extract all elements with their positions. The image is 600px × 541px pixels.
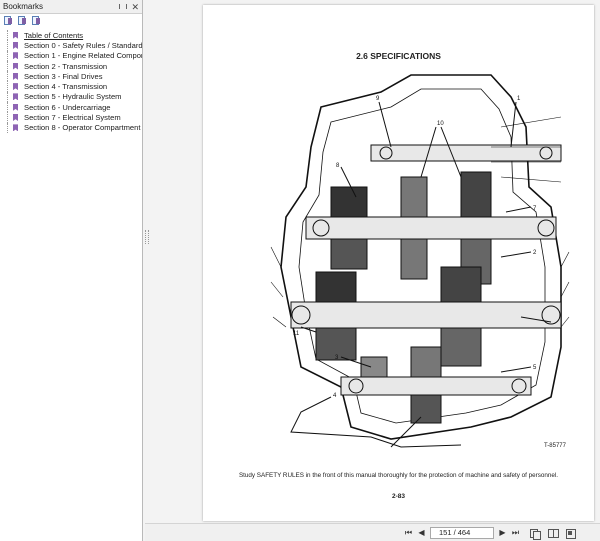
- expand-bookmark-icon[interactable]: [32, 16, 41, 26]
- bookmark-flag-icon: [13, 72, 18, 80]
- callout-label: 8: [336, 163, 340, 169]
- bookmark-label: Section 4 - Transmission: [24, 82, 108, 92]
- two-page-icon[interactable]: [548, 528, 559, 538]
- bookmark-item[interactable]: Section 6 - Undercarriage: [0, 102, 142, 113]
- last-page-button[interactable]: ⏭: [509, 527, 522, 539]
- bookmarks-title: Bookmarks: [3, 2, 44, 11]
- figure-id: T-85777: [543, 443, 566, 449]
- bookmark-label: Table of Contents: [24, 30, 84, 40]
- callout-label: 10: [437, 121, 444, 127]
- bookmark-list: Table of Contents Section 0 - Safety Rul…: [0, 28, 142, 133]
- bookmark-flag-icon: [13, 93, 18, 101]
- bookmark-flag-icon: [13, 114, 18, 122]
- previous-page-button[interactable]: ◀: [415, 527, 428, 539]
- panel-resize-handle[interactable]: [145, 230, 149, 244]
- bookmark-options-icon[interactable]: [4, 16, 13, 26]
- callout-label: 9: [376, 96, 380, 102]
- bookmark-flag-icon: [13, 41, 18, 49]
- callout-label: 11: [293, 331, 300, 337]
- bookmark-label: Section 6 - Undercarriage: [24, 102, 111, 112]
- page-number-input[interactable]: 151 / 464: [430, 527, 494, 539]
- bookmark-item[interactable]: Section 8 - Operator Compartment: [0, 122, 142, 133]
- new-bookmark-icon[interactable]: [18, 16, 27, 26]
- bookmark-flag-icon: [13, 83, 18, 91]
- bookmark-flag-icon: [13, 103, 18, 111]
- callout-label: 5: [533, 365, 537, 371]
- callout-label: 1: [517, 96, 521, 102]
- callout-label: 4: [333, 393, 337, 399]
- bookmark-label: Section 8 - Operator Compartment: [24, 123, 141, 133]
- bookmark-label: Section 3 - Final Drives: [24, 71, 103, 81]
- bookmark-item[interactable]: Table of Contents: [0, 30, 142, 41]
- first-page-button[interactable]: ⏮: [402, 527, 415, 539]
- close-icon[interactable]: ✕: [131, 1, 139, 13]
- bookmark-label: Section 2 - Transmission: [24, 61, 108, 71]
- bookmark-item[interactable]: Section 4 - Transmission: [0, 81, 142, 92]
- page-number: 2-83: [391, 493, 405, 500]
- bookmarks-toolbar: [0, 14, 142, 28]
- bookmark-item[interactable]: Section 2 - Transmission: [0, 60, 142, 72]
- bookmark-flag-icon: [13, 31, 18, 39]
- safety-caption: Study SAFETY RULES in the front of this …: [238, 472, 559, 479]
- bookmarks-header: Bookmarks ✕: [0, 0, 142, 14]
- bookmark-label: Section 5 - Hydraulic System: [24, 92, 122, 102]
- callout-label: 2: [533, 250, 537, 256]
- single-page-icon[interactable]: [530, 528, 541, 540]
- page-title: 2.6 SPECIFICATIONS: [356, 51, 441, 61]
- bookmark-label: Section 7 - Electrical System: [24, 113, 121, 123]
- fit-page-icon[interactable]: [566, 528, 576, 539]
- bookmark-item[interactable]: Section 0 - Safety Rules / Standard To: [0, 40, 142, 51]
- bookmark-label: Section 0 - Safety Rules / Standard To: [24, 40, 142, 50]
- panel-options-icon[interactable]: [118, 2, 128, 12]
- status-bar: ⏮ ◀ 151 / 464 ▶ ⏭: [145, 523, 600, 541]
- page-navigation: ⏮ ◀ 151 / 464 ▶ ⏭: [402, 527, 576, 540]
- bookmark-item[interactable]: Section 5 - Hydraulic System: [0, 91, 142, 103]
- bookmark-item[interactable]: Section 3 - Final Drives: [0, 71, 142, 82]
- bookmark-flag-icon: [13, 124, 18, 132]
- callout-label: 7: [533, 206, 537, 212]
- bookmark-flag-icon: [13, 52, 18, 60]
- next-page-button[interactable]: ▶: [496, 527, 509, 539]
- bookmarks-panel: Bookmarks ✕ Table of Contents Section 0 …: [0, 0, 143, 541]
- transmission-cross-section-figure: 8 9 10 1 7 2 11 3 4 5: [270, 74, 570, 448]
- bookmark-label: Section 1 - Engine Related Componen: [24, 51, 142, 61]
- bookmark-flag-icon: [13, 62, 18, 70]
- bookmark-item[interactable]: Section 7 - Electrical System: [0, 112, 142, 123]
- bookmark-item[interactable]: Section 1 - Engine Related Componen: [0, 50, 142, 61]
- document-page: 2.6 SPECIFICATIONS 8 9 10 1 7 2 11 3 4 5…: [203, 5, 594, 521]
